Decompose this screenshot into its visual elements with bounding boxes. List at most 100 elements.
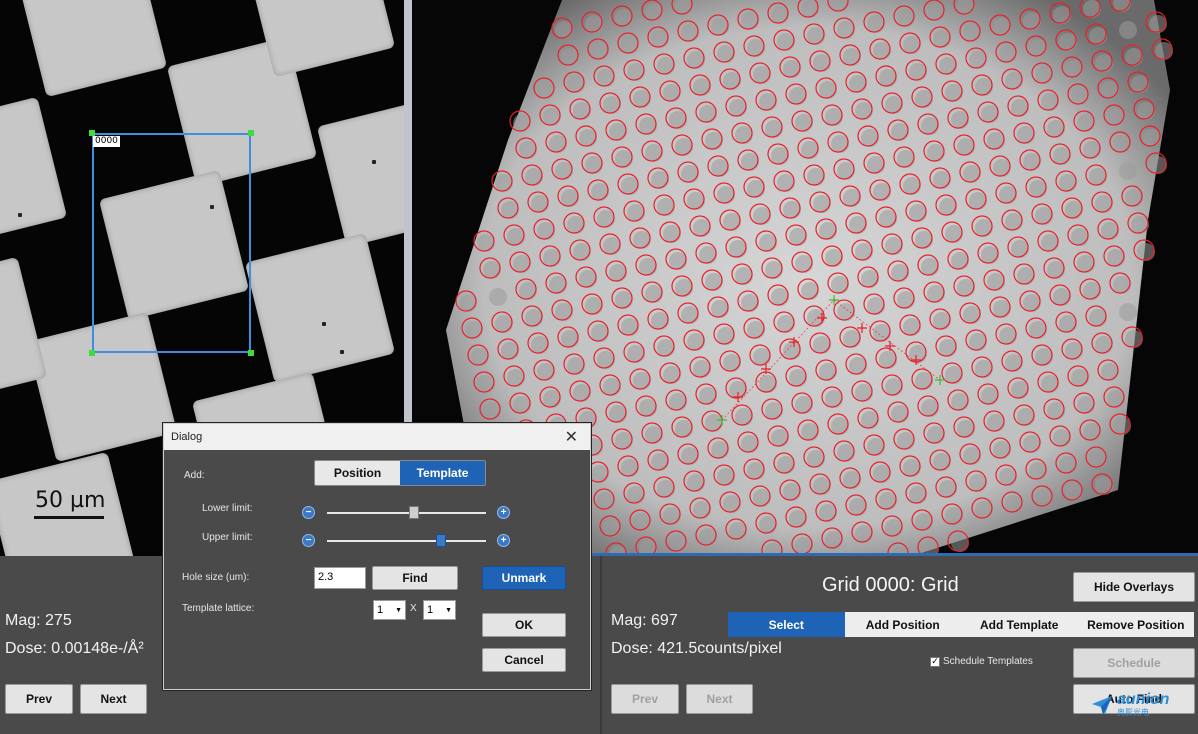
lower-limit-track[interactable]: [327, 512, 486, 514]
grid-square: [0, 96, 68, 248]
hole: [1071, 87, 1089, 105]
hole: [1041, 375, 1059, 393]
dialog-titlebar[interactable]: Dialog ✕: [164, 424, 590, 450]
minus-icon[interactable]: −: [302, 534, 315, 547]
hole: [933, 171, 951, 189]
hole: [597, 210, 615, 228]
schedule-button[interactable]: Schedule: [1073, 648, 1195, 678]
hole: [825, 531, 843, 549]
hole: [1077, 255, 1095, 273]
hole: [987, 273, 1005, 291]
hole: [717, 45, 735, 63]
hole: [831, 276, 849, 294]
hole: [801, 0, 819, 18]
hole: [879, 69, 897, 87]
next-button[interactable]: Next: [686, 684, 753, 714]
hole: [819, 504, 837, 522]
hole: [1131, 216, 1149, 234]
lattice-rows-select[interactable]: 1 ▼: [373, 600, 406, 620]
tab-select[interactable]: Select: [728, 612, 845, 637]
hole: [597, 351, 615, 369]
hole: [651, 171, 669, 189]
upper-limit-slider[interactable]: [436, 534, 447, 547]
magnification-readout: Mag: 275: [5, 612, 72, 629]
hole: [771, 147, 789, 165]
hole: [579, 270, 597, 288]
hole: [753, 489, 771, 507]
hole: [519, 282, 537, 300]
paper-plane-icon: [1092, 695, 1112, 715]
hole: [957, 420, 975, 438]
hole: [831, 135, 849, 153]
hole: [747, 321, 765, 339]
template-option[interactable]: Template: [400, 461, 485, 485]
hole: [897, 432, 915, 450]
hole: [669, 111, 687, 129]
scale-bar-label: 50 µm: [35, 488, 106, 513]
hole: [1083, 282, 1101, 300]
resize-handle[interactable]: [248, 130, 254, 136]
hole: [1077, 114, 1095, 132]
hole: [963, 447, 981, 465]
hole: [969, 333, 987, 351]
hole: [543, 249, 561, 267]
hole: [837, 21, 855, 39]
ok-button[interactable]: OK: [482, 613, 566, 637]
hole: [1149, 156, 1167, 174]
hide-overlays-button[interactable]: Hide Overlays: [1073, 572, 1195, 602]
hole: [699, 528, 717, 546]
tab-remove-position[interactable]: Remove Position: [1078, 612, 1195, 637]
hole: [1053, 429, 1071, 447]
minus-icon[interactable]: −: [302, 506, 315, 519]
checkmark-icon[interactable]: ✓: [930, 656, 940, 667]
hole: [939, 198, 957, 216]
hole: [849, 216, 867, 234]
lower-limit-label: Lower limit:: [202, 503, 253, 514]
selection-box[interactable]: [92, 133, 251, 353]
hole: [693, 501, 711, 519]
hole: [795, 396, 813, 414]
hole: [1071, 369, 1089, 387]
unmark-button[interactable]: Unmark: [482, 566, 566, 590]
schedule-templates-checkbox[interactable]: ✓ Schedule Templates: [930, 656, 1033, 667]
next-button[interactable]: Next: [80, 684, 147, 714]
lattice-cols-select[interactable]: 1 ▼: [423, 600, 456, 620]
plus-icon[interactable]: +: [497, 534, 510, 547]
hole: [921, 117, 939, 135]
hole: [1095, 336, 1113, 354]
hole: [705, 414, 723, 432]
lattice-cols-value: 1: [427, 604, 434, 616]
hole-size-input[interactable]: 2.3: [314, 567, 366, 589]
hole: [675, 420, 693, 438]
hole: [735, 267, 753, 285]
hole: [813, 54, 831, 72]
resize-handle[interactable]: [248, 350, 254, 356]
upper-limit-track[interactable]: [327, 540, 486, 542]
hole: [963, 24, 981, 42]
hole: [687, 333, 705, 351]
hole: [681, 165, 699, 183]
cancel-button[interactable]: Cancel: [482, 648, 566, 672]
tab-add-position[interactable]: Add Position: [845, 612, 962, 637]
brand-watermark: aunion 奥影光电: [1090, 692, 1169, 717]
find-button[interactable]: Find: [372, 566, 458, 590]
lower-limit-slider[interactable]: [409, 506, 420, 519]
hole: [513, 396, 531, 414]
resize-handle[interactable]: [89, 350, 95, 356]
hole: [747, 39, 765, 57]
prev-button[interactable]: Prev: [5, 684, 73, 714]
prev-button[interactable]: Prev: [611, 684, 679, 714]
grid-square: [244, 232, 396, 384]
hole: [957, 138, 975, 156]
hole: [465, 321, 483, 339]
hole: [1065, 342, 1083, 360]
hole: [813, 195, 831, 213]
hole: [1053, 6, 1071, 24]
close-icon[interactable]: ✕: [565, 427, 578, 447]
plus-icon[interactable]: +: [497, 506, 510, 519]
hole: [1065, 201, 1083, 219]
position-option[interactable]: Position: [315, 461, 400, 485]
tab-add-template[interactable]: Add Template: [961, 612, 1078, 637]
hole: [1137, 102, 1155, 120]
hole: [501, 342, 519, 360]
